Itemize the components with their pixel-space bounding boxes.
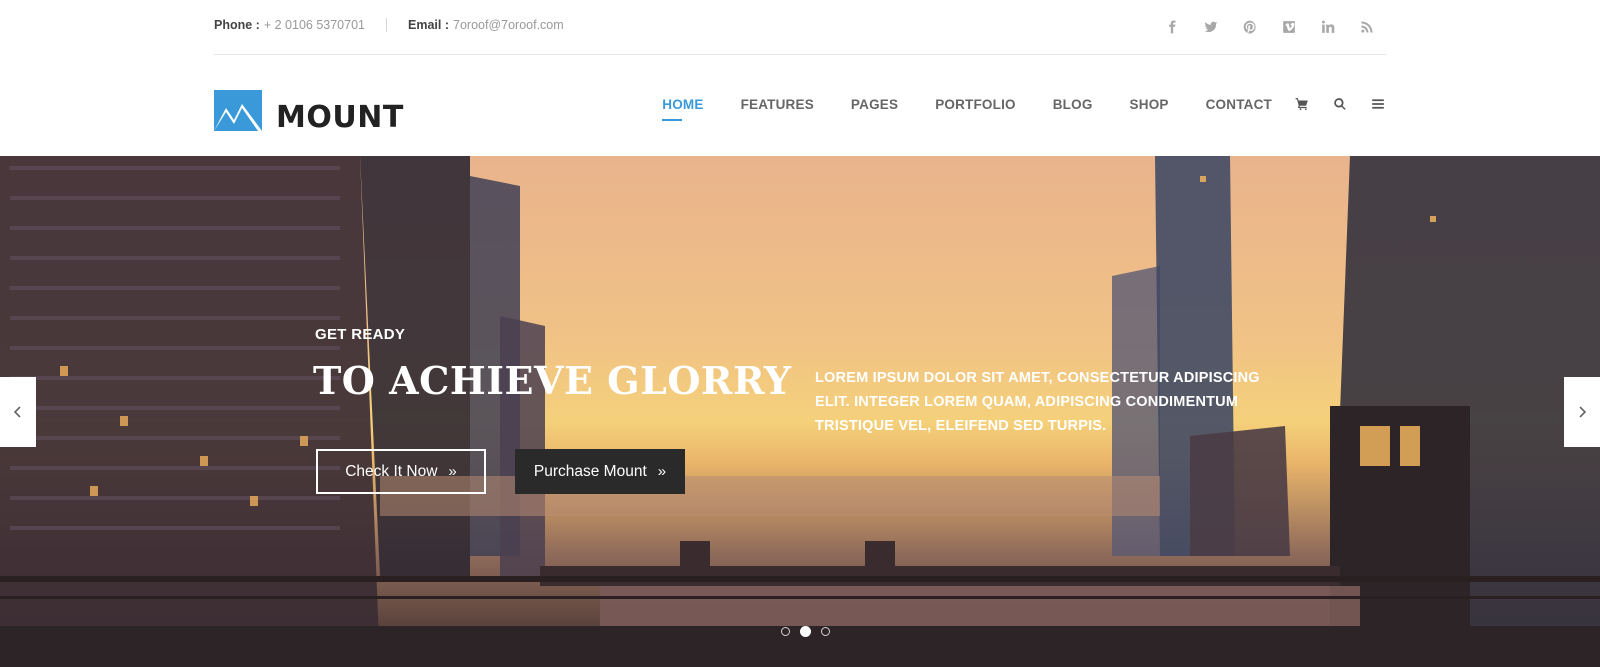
email-label: Email : (408, 18, 449, 32)
rss-icon[interactable] (1347, 17, 1386, 37)
contact-info: Phone : + 2 0106 5370701 Email : 7oroof@… (214, 18, 564, 32)
slider-dot-1[interactable] (781, 627, 790, 636)
nav-pages[interactable]: PAGES (851, 97, 898, 112)
logo-text: MOUNT (276, 100, 404, 135)
divider (386, 18, 387, 32)
twitter-icon[interactable] (1191, 17, 1230, 37)
double-chevron-right-icon: » (448, 463, 457, 480)
logo[interactable]: MOUNT (214, 85, 404, 135)
phone-value[interactable]: + 2 0106 5370701 (264, 18, 365, 32)
purchase-mount-label: Purchase Mount (533, 462, 647, 480)
chevron-right-icon (1579, 406, 1587, 418)
purchase-mount-button[interactable]: Purchase Mount » (515, 449, 685, 494)
nav-blog[interactable]: BLOG (1053, 97, 1093, 112)
slider-next-button[interactable] (1564, 377, 1600, 447)
hero-description: LOREM IPSUM DOLOR SIT AMET, CONSECTETUR … (815, 370, 1260, 434)
nav-shop[interactable]: SHOP (1130, 97, 1169, 112)
hero-eyebrow: GET READY (315, 326, 406, 343)
mountain-logo-icon (214, 89, 262, 131)
hero-slider: GET READY TO ACHIEVE GLORRY LOREM IPSUM … (0, 156, 1600, 667)
cart-icon[interactable] (1294, 96, 1310, 112)
phone-label: Phone : (214, 18, 260, 32)
chevron-left-icon (13, 406, 21, 418)
search-icon[interactable] (1332, 96, 1348, 112)
check-it-now-button[interactable]: Check It Now » (316, 449, 486, 494)
nav-home[interactable]: HOME (662, 97, 703, 121)
slider-pagination (776, 626, 835, 637)
slider-dot-2[interactable] (800, 626, 811, 637)
check-it-now-label: Check It Now (345, 462, 438, 480)
vimeo-icon[interactable] (1269, 17, 1308, 37)
linkedin-icon[interactable] (1308, 17, 1347, 37)
top-bar: Phone : + 2 0106 5370701 Email : 7oroof@… (214, 0, 1386, 55)
nav-features[interactable]: FEATURES (741, 97, 814, 112)
facebook-icon[interactable] (1152, 17, 1191, 37)
nav-contact[interactable]: CONTACT (1206, 97, 1272, 112)
hero-title: TO ACHIEVE GLORRY (313, 358, 792, 403)
pinterest-icon[interactable] (1230, 17, 1269, 37)
social-links (1152, 17, 1386, 37)
slider-dot-3[interactable] (821, 627, 830, 636)
site-header: MOUNT HOME FEATURES PAGES PORTFOLIO BLOG… (214, 56, 1386, 156)
email-value[interactable]: 7oroof@7oroof.com (453, 18, 564, 32)
city-skyline-image (0, 156, 1600, 667)
double-chevron-right-icon: » (657, 463, 667, 480)
nav-portfolio[interactable]: PORTFOLIO (935, 97, 1016, 112)
menu-icon[interactable] (1370, 96, 1386, 112)
main-nav: HOME FEATURES PAGES PORTFOLIO BLOG SHOP … (662, 96, 1386, 121)
slider-prev-button[interactable] (0, 377, 36, 447)
